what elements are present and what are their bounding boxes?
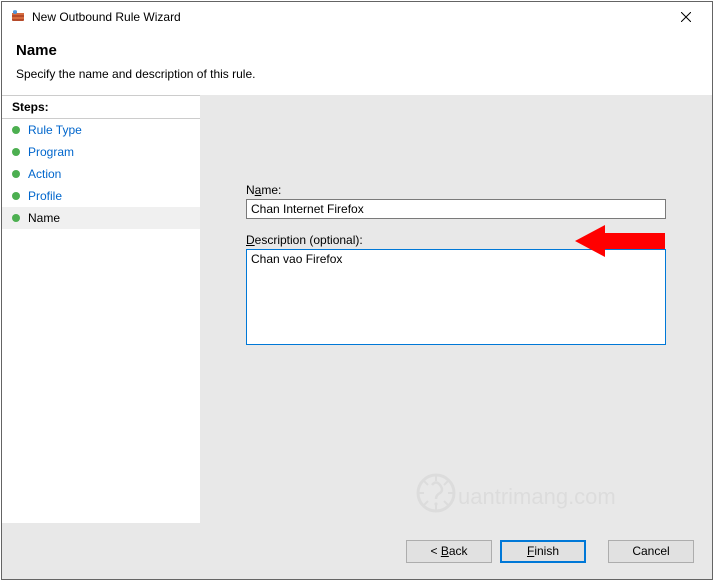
- close-icon: [681, 12, 691, 22]
- step-profile[interactable]: Profile: [2, 185, 200, 207]
- step-action[interactable]: Action: [2, 163, 200, 185]
- bullet-icon: [12, 192, 20, 200]
- step-label: Program: [28, 145, 190, 159]
- firewall-icon: [10, 9, 26, 25]
- titlebar: New Outbound Rule Wizard: [2, 2, 712, 32]
- wizard-footer: < Back Finish Cancel: [2, 523, 712, 579]
- steps-sidebar: Steps: Rule Type Program Action Profile …: [2, 95, 200, 523]
- name-label: Name:: [246, 183, 684, 197]
- window-title: New Outbound Rule Wizard: [32, 10, 664, 24]
- name-input[interactable]: [246, 199, 666, 219]
- wizard-header: Name Specify the name and description of…: [2, 32, 712, 95]
- bullet-icon: [12, 126, 20, 134]
- page-title: Name: [16, 42, 698, 59]
- steps-heading: Steps:: [2, 95, 200, 119]
- bullet-icon: [12, 214, 20, 222]
- bullet-icon: [12, 170, 20, 178]
- step-program[interactable]: Program: [2, 141, 200, 163]
- description-label: Description (optional):: [246, 233, 684, 247]
- step-name[interactable]: Name: [2, 207, 200, 229]
- step-label: Name: [28, 211, 190, 225]
- back-button[interactable]: < Back: [406, 540, 492, 563]
- main-panel: Name: Description (optional):: [200, 95, 712, 523]
- step-rule-type[interactable]: Rule Type: [2, 119, 200, 141]
- description-input[interactable]: [246, 249, 666, 345]
- wizard-window: New Outbound Rule Wizard Name Specify th…: [1, 1, 713, 580]
- wizard-body: Steps: Rule Type Program Action Profile …: [2, 95, 712, 523]
- step-label: Rule Type: [28, 123, 190, 137]
- page-subtitle: Specify the name and description of this…: [16, 67, 698, 81]
- close-button[interactable]: [664, 3, 708, 31]
- cancel-button[interactable]: Cancel: [608, 540, 694, 563]
- bullet-icon: [12, 148, 20, 156]
- finish-button[interactable]: Finish: [500, 540, 586, 563]
- step-label: Action: [28, 167, 190, 181]
- step-label: Profile: [28, 189, 190, 203]
